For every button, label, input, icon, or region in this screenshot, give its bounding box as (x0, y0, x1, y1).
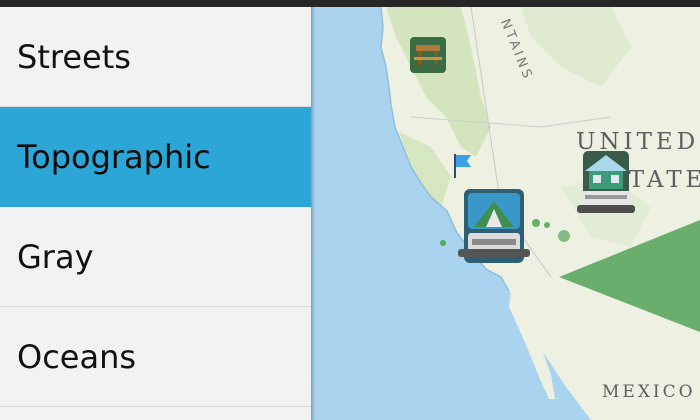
flag-icon[interactable] (451, 152, 475, 180)
picnic-table-icon[interactable] (406, 33, 450, 77)
campground-icon[interactable] (456, 179, 536, 269)
basemap-item-oceans[interactable]: Oceans (0, 307, 311, 407)
status-bar (0, 0, 700, 7)
ranger-station-icon[interactable] (575, 145, 637, 219)
map-view[interactable]: NTAINS UNITED STATES MEXICO (311, 7, 700, 420)
basemap-item-gray[interactable]: Gray (0, 207, 311, 307)
mexico-label: MEXICO (602, 382, 696, 402)
basemap-item-topographic[interactable]: Topographic (0, 107, 311, 207)
sidebar-shadow (311, 7, 315, 420)
basemap-menu: Streets Topographic Gray Oceans (0, 7, 311, 420)
basemap-item-streets[interactable]: Streets (0, 7, 311, 107)
